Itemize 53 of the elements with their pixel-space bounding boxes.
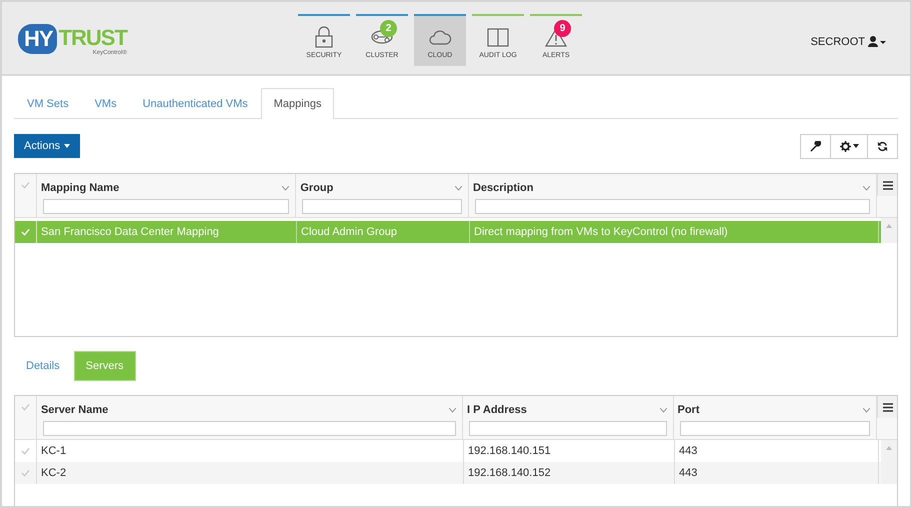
table-cell: San Francisco Data Center Mapping — [37, 221, 297, 243]
scroll-up-icon — [886, 446, 892, 450]
book-icon — [486, 26, 510, 48]
table-cell: 443 — [675, 462, 879, 484]
filter-field[interactable] — [680, 421, 870, 436]
filter-field[interactable] — [42, 421, 456, 436]
settings-icon — [840, 140, 850, 152]
tab[interactable]: Mappings — [260, 88, 334, 119]
logo-mark: HY — [18, 24, 57, 54]
filter-field[interactable] — [302, 199, 462, 214]
filter-field[interactable] — [42, 199, 290, 214]
actions-button[interactable]: Actions — [14, 134, 80, 158]
scroll-up-icon — [886, 224, 892, 228]
column-menu-button[interactable] — [877, 396, 897, 418]
column-header[interactable]: I P Address — [462, 396, 672, 419]
wrench-button[interactable] — [800, 134, 831, 158]
user-caret-icon — [868, 36, 886, 48]
settings-button[interactable] — [830, 134, 868, 158]
sort-icon — [282, 186, 290, 190]
checkbox-icon[interactable] — [20, 181, 30, 189]
sort-icon — [863, 408, 870, 412]
column-header[interactable]: Port — [674, 396, 876, 419]
sort-icon — [454, 186, 462, 190]
count-badge: 9 — [554, 20, 571, 37]
table-row[interactable]: KC-2 192.168.140.152 443 — [15, 462, 881, 484]
checkbox-icon[interactable] — [21, 469, 30, 477]
table-cell: Cloud Admin Group — [297, 221, 470, 243]
menu-icon — [882, 180, 893, 190]
sort-icon — [448, 408, 456, 412]
checkbox-icon[interactable] — [20, 403, 30, 411]
column-header[interactable]: Description — [468, 174, 876, 197]
filter-field[interactable] — [468, 421, 666, 436]
checkbox-icon[interactable] — [21, 447, 30, 455]
column-menu-button[interactable] — [877, 174, 897, 196]
column-header[interactable]: Server Name — [36, 396, 462, 419]
table-cell: 192.168.140.152 — [464, 462, 675, 484]
count-badge: 2 — [380, 20, 397, 37]
table-cell: Direct mapping from VMs to KeyControl (no firewall) — [470, 221, 879, 243]
scrollbar[interactable] — [881, 218, 897, 243]
column-header[interactable]: Mapping Name — [36, 174, 296, 197]
sort-icon — [660, 408, 666, 412]
table-cell: KC-2 — [37, 462, 464, 484]
scrollbar[interactable] — [881, 440, 897, 484]
filter-field[interactable] — [474, 199, 870, 214]
sort-icon — [863, 186, 870, 190]
column-header[interactable]: Group — [296, 174, 468, 197]
menu-icon — [882, 402, 892, 412]
refresh-icon — [877, 140, 888, 152]
user-menu[interactable]: SECROOT — [810, 36, 886, 48]
logo-text: TRUST — [58, 24, 127, 50]
caret-icon — [852, 144, 858, 148]
caret-icon[interactable] — [64, 144, 70, 148]
refresh-button[interactable] — [867, 134, 898, 158]
